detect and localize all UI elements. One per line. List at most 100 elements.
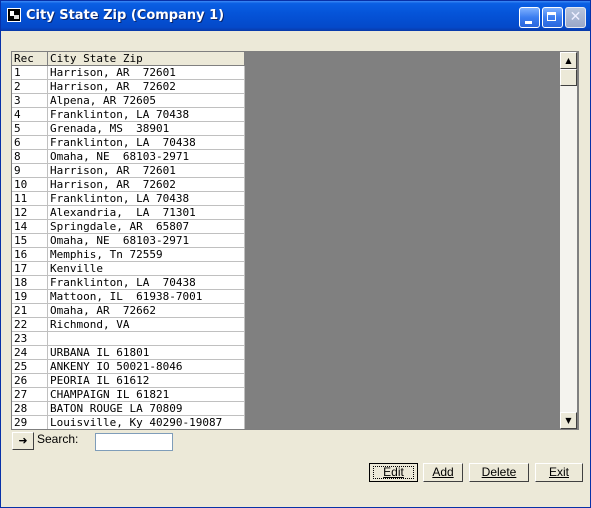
city-state-zip-cell[interactable]: Louisville, Ky 40290-19087: [48, 416, 245, 429]
rec-cell[interactable]: 29: [12, 416, 48, 429]
table-row[interactable]: 5 Grenada, MS 38901: [12, 122, 245, 136]
city-state-zip-cell[interactable]: PEORIA IL 61612: [48, 374, 245, 388]
rec-cell[interactable]: 15: [12, 234, 48, 248]
table-row[interactable]: 9 Harrison, AR 72601: [12, 164, 245, 178]
table-row[interactable]: 28 BATON ROUGE LA 70809: [12, 402, 245, 416]
table-row[interactable]: 1 Harrison, AR 72601: [12, 66, 245, 80]
rec-cell[interactable]: 11: [12, 192, 48, 206]
rec-cell[interactable]: 18: [12, 276, 48, 290]
rec-cell[interactable]: 19: [12, 290, 48, 304]
city-state-zip-cell[interactable]: [48, 332, 245, 346]
city-state-zip-cell[interactable]: URBANA IL 61801: [48, 346, 245, 360]
city-state-zip-cell[interactable]: Franklinton, LA 70438: [48, 192, 245, 206]
nav-arrow-button[interactable]: ➜: [12, 432, 34, 450]
minimize-button[interactable]: [519, 7, 540, 28]
rec-cell[interactable]: 16: [12, 248, 48, 262]
column-header-city-state-zip[interactable]: City State Zip: [48, 52, 245, 66]
rec-cell[interactable]: 23: [12, 332, 48, 346]
city-state-zip-cell[interactable]: Springdale, AR 65807: [48, 220, 245, 234]
scroll-up-button[interactable]: ▲: [560, 52, 577, 69]
title-bar[interactable]: City State Zip (Company 1) ✕: [1, 1, 590, 31]
city-state-zip-cell[interactable]: Harrison, AR 72602: [48, 178, 245, 192]
city-state-zip-cell[interactable]: Alpena, AR 72605: [48, 94, 245, 108]
city-state-zip-cell[interactable]: ANKENY IO 50021-8046: [48, 360, 245, 374]
rec-cell[interactable]: 10: [12, 178, 48, 192]
table-row[interactable]: 11 Franklinton, LA 70438: [12, 192, 245, 206]
app-icon[interactable]: [7, 8, 21, 22]
table-row[interactable]: 2 Harrison, AR 72602: [12, 80, 245, 94]
city-state-zip-cell[interactable]: CHAMPAIGN IL 61821: [48, 388, 245, 402]
rec-cell[interactable]: 22: [12, 318, 48, 332]
rec-cell[interactable]: 1: [12, 66, 48, 80]
table-row[interactable]: 18 Franklinton, LA 70438: [12, 276, 245, 290]
city-state-zip-cell[interactable]: Omaha, NE 68103-2971: [48, 234, 245, 248]
rec-cell[interactable]: 12: [12, 206, 48, 220]
city-state-zip-cell[interactable]: Omaha, AR 72662: [48, 304, 245, 318]
table-row[interactable]: 26 PEORIA IL 61612: [12, 374, 245, 388]
rec-cell[interactable]: 21: [12, 304, 48, 318]
rec-cell[interactable]: 5: [12, 122, 48, 136]
nav-arrow-icon: ➜: [18, 434, 28, 447]
city-state-zip-cell[interactable]: Omaha, NE 68103-2971: [48, 150, 245, 164]
records-grid-frame: Rec City State Zip 1 Harrison, AR 72601 2 H…: [11, 51, 579, 430]
rec-cell[interactable]: 14: [12, 220, 48, 234]
city-state-zip-cell[interactable]: Franklinton, LA 70438: [48, 276, 245, 290]
table-row[interactable]: 8 Omaha, NE 68103-2971: [12, 150, 245, 164]
rec-cell[interactable]: 3: [12, 94, 48, 108]
add-button[interactable]: Add: [423, 463, 463, 482]
rec-cell[interactable]: 6: [12, 136, 48, 150]
table-row[interactable]: 12 Alexandria, LA 71301: [12, 206, 245, 220]
rec-cell[interactable]: 9: [12, 164, 48, 178]
scroll-thumb[interactable]: [560, 69, 577, 86]
table-row[interactable]: 17 Kenville: [12, 262, 245, 276]
exit-button[interactable]: Exit: [535, 463, 583, 482]
maximize-button[interactable]: [542, 7, 563, 28]
delete-button[interactable]: Delete: [469, 463, 529, 482]
rec-cell[interactable]: 8: [12, 150, 48, 164]
rec-cell[interactable]: 24: [12, 346, 48, 360]
table-row[interactable]: 4 Franklinton, LA 70438: [12, 108, 245, 122]
city-state-zip-cell[interactable]: Grenada, MS 38901: [48, 122, 245, 136]
table-row[interactable]: 29 Louisville, Ky 40290-19087: [12, 416, 245, 429]
close-button[interactable]: ✕: [565, 7, 586, 28]
edit-button[interactable]: Edit: [369, 463, 418, 482]
rec-cell[interactable]: 4: [12, 108, 48, 122]
city-state-zip-cell[interactable]: BATON ROUGE LA 70809: [48, 402, 245, 416]
city-state-zip-cell[interactable]: Franklinton, LA 70438: [48, 136, 245, 150]
table-row[interactable]: 10 Harrison, AR 72602: [12, 178, 245, 192]
table-row[interactable]: 6 Franklinton, LA 70438: [12, 136, 245, 150]
city-state-zip-cell[interactable]: Harrison, AR 72601: [48, 66, 245, 80]
city-state-zip-cell[interactable]: Memphis, Tn 72559: [48, 248, 245, 262]
city-state-zip-cell[interactable]: Alexandria, LA 71301: [48, 206, 245, 220]
table-row[interactable]: 21 Omaha, AR 72662: [12, 304, 245, 318]
table-row[interactable]: 19 Mattoon, IL 61938-7001: [12, 290, 245, 304]
search-input[interactable]: [95, 433, 173, 451]
table-row[interactable]: 14 Springdale, AR 65807: [12, 220, 245, 234]
table-row[interactable]: 24 URBANA IL 61801: [12, 346, 245, 360]
scroll-down-button[interactable]: ▼: [560, 412, 577, 429]
records-grid[interactable]: Rec City State Zip 1 Harrison, AR 72601 2 H…: [12, 52, 245, 429]
table-row[interactable]: 16 Memphis, Tn 72559: [12, 248, 245, 262]
rec-cell[interactable]: 27: [12, 388, 48, 402]
table-row[interactable]: 22 Richmond, VA: [12, 318, 245, 332]
table-row[interactable]: 25 ANKENY IO 50021-8046: [12, 360, 245, 374]
city-state-zip-cell[interactable]: Franklinton, LA 70438: [48, 108, 245, 122]
table-row[interactable]: 27 CHAMPAIGN IL 61821: [12, 388, 245, 402]
rec-cell[interactable]: 26: [12, 374, 48, 388]
rec-cell[interactable]: 28: [12, 402, 48, 416]
city-state-zip-cell[interactable]: Mattoon, IL 61938-7001: [48, 290, 245, 304]
rec-cell[interactable]: 25: [12, 360, 48, 374]
main-window: City State Zip (Company 1) ✕ Rec City St…: [0, 0, 591, 508]
rec-cell[interactable]: 17: [12, 262, 48, 276]
column-header-rec[interactable]: Rec: [12, 52, 48, 66]
table-row[interactable]: 15 Omaha, NE 68103-2971: [12, 234, 245, 248]
city-state-zip-cell[interactable]: Kenville: [48, 262, 245, 276]
rec-cell[interactable]: 2: [12, 80, 48, 94]
city-state-zip-cell[interactable]: Harrison, AR 72602: [48, 80, 245, 94]
city-state-zip-cell[interactable]: Richmond, VA: [48, 318, 245, 332]
table-row[interactable]: 3 Alpena, AR 72605: [12, 94, 245, 108]
window-title: City State Zip (Company 1): [26, 8, 225, 23]
city-state-zip-cell[interactable]: Harrison, AR 72601: [48, 164, 245, 178]
vertical-scrollbar[interactable]: ▲ ▼: [560, 52, 577, 429]
table-row[interactable]: 23: [12, 332, 245, 346]
